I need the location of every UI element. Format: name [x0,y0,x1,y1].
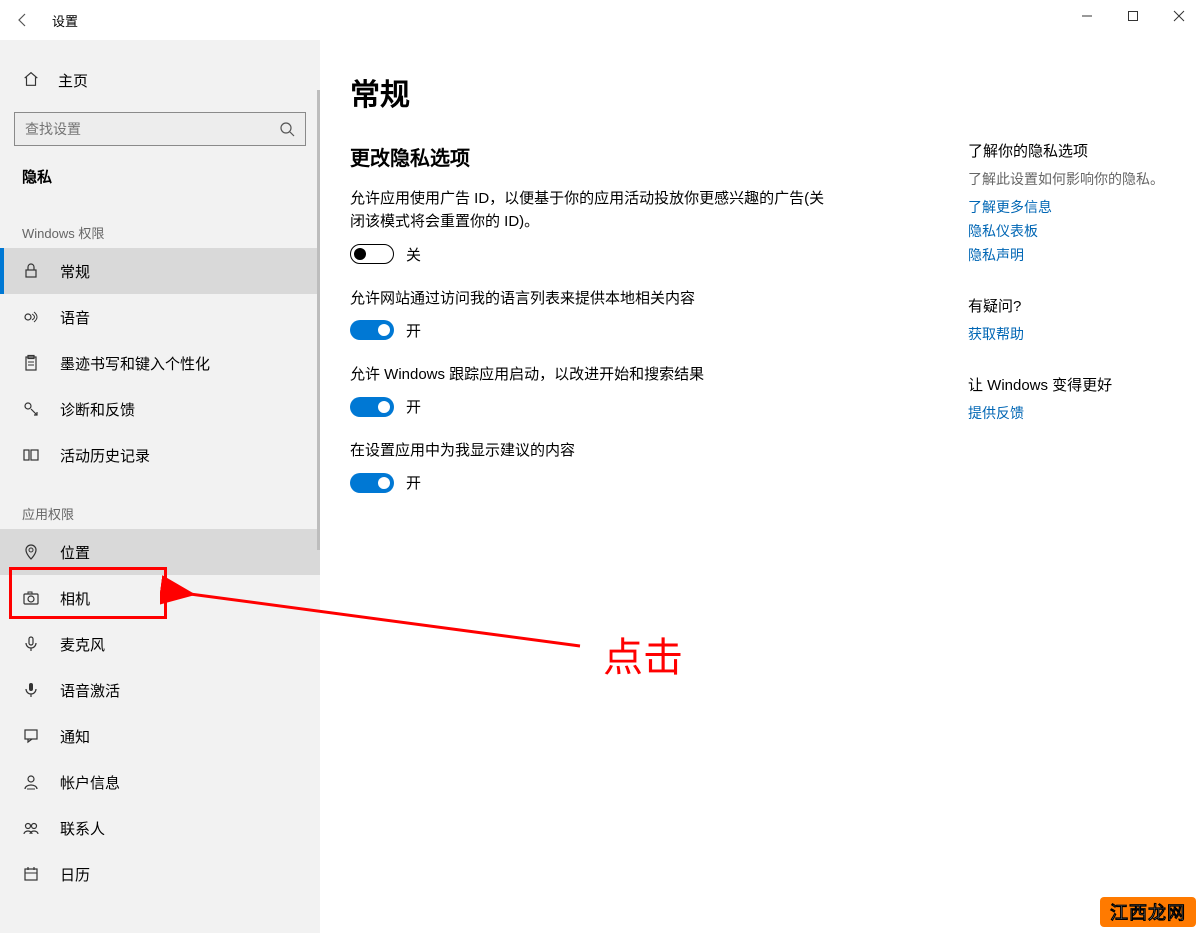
nav-label: 活动历史记录 [60,445,150,466]
toggle-suggested-content[interactable] [350,473,394,493]
nav-label: 相机 [60,588,90,609]
nav-location[interactable]: 位置 [0,529,320,575]
setting-suggested-content: 在设置应用中为我显示建议的内容 开 [350,439,830,493]
sidebar: 主页 隐私 Windows 权限 常规 [0,40,320,933]
rail-subtext: 了解此设置如何影响你的隐私。 [968,169,1178,189]
nav-label: 诊断和反馈 [60,399,135,420]
feedback-icon [22,399,42,419]
lock-icon [22,261,42,281]
nav-label: 通知 [60,726,90,747]
nav-label: 语音激活 [60,680,120,701]
setting-desc: 在设置应用中为我显示建议的内容 [350,439,830,462]
nav-general[interactable]: 常规 [0,248,320,294]
group-windows-permissions: Windows 权限 [0,197,320,248]
speech-icon [22,307,42,327]
right-rail: 了解你的隐私选项 了解此设置如何影响你的隐私。 了解更多信息 隐私仪表板 隐私声… [968,140,1178,427]
nav-activity-history[interactable]: 活动历史记录 [0,432,320,478]
window-title: 设置 [46,11,78,30]
toggle-state: 开 [406,320,421,341]
link-privacy-dashboard[interactable]: 隐私仪表板 [968,221,1178,241]
nav-label: 语音 [60,307,90,328]
search-icon [279,121,295,137]
back-button[interactable] [0,0,46,40]
window-controls [1064,0,1202,32]
nav-label: 日历 [60,864,90,885]
calendar-icon [22,864,42,884]
link-privacy-statement[interactable]: 隐私声明 [968,245,1178,265]
home-label: 主页 [58,70,88,91]
setting-desc: 允许 Windows 跟踪应用启动，以改进开始和搜索结果 [350,363,830,386]
link-feedback[interactable]: 提供反馈 [968,403,1178,423]
nav-speech[interactable]: 语音 [0,294,320,340]
nav-label: 麦克风 [60,634,105,655]
link-learn-more[interactable]: 了解更多信息 [968,197,1178,217]
nav-microphone[interactable]: 麦克风 [0,621,320,667]
home-nav[interactable]: 主页 [0,58,320,102]
nav-camera[interactable]: 相机 [0,575,320,621]
rail-heading-privacy: 了解你的隐私选项 [968,140,1178,161]
group-app-permissions: 应用权限 [0,478,320,529]
toggle-app-launch-tracking[interactable] [350,397,394,417]
contacts-icon [22,818,42,838]
notification-icon [22,726,42,746]
nav-calendar[interactable]: 日历 [0,851,320,897]
nav-label: 帐户信息 [60,772,120,793]
main-content: 常规 更改隐私选项 允许应用使用广告 ID，以便基于你的应用活动投放你更感兴趣的… [320,40,1202,933]
nav-contacts[interactable]: 联系人 [0,805,320,851]
nav-diagnostics[interactable]: 诊断和反馈 [0,386,320,432]
minimize-icon [1081,10,1093,22]
nav-inking[interactable]: 墨迹书写和键入个性化 [0,340,320,386]
setting-desc: 允许网站通过访问我的语言列表来提供本地相关内容 [350,287,830,310]
toggle-state: 关 [406,244,421,265]
minimize-button[interactable] [1064,0,1110,32]
rail-heading-help: 有疑问? [968,295,1178,316]
nav-notifications[interactable]: 通知 [0,713,320,759]
search-box[interactable] [14,112,306,146]
toggle-state: 开 [406,472,421,493]
toggle-state: 开 [406,396,421,417]
maximize-icon [1127,10,1139,22]
nav-account-info[interactable]: 帐户信息 [0,759,320,805]
rail-heading-feedback: 让 Windows 变得更好 [968,374,1178,395]
microphone-icon [22,634,42,654]
section-heading: 隐私 [0,152,320,197]
nav-label: 位置 [60,542,90,563]
nav-label: 常规 [60,261,90,282]
link-get-help[interactable]: 获取帮助 [968,324,1178,344]
nav-label: 联系人 [60,818,105,839]
close-button[interactable] [1156,0,1202,32]
titlebar: 设置 [0,0,1202,40]
home-icon [22,70,42,90]
search-input[interactable] [25,121,279,137]
toggle-advertising-id[interactable] [350,244,394,264]
nav-label: 墨迹书写和键入个性化 [60,353,210,374]
maximize-button[interactable] [1110,0,1156,32]
nav-voice-activation[interactable]: 语音激活 [0,667,320,713]
watermark: 江西龙网 [1100,897,1196,927]
setting-language-list: 允许网站通过访问我的语言列表来提供本地相关内容 开 [350,287,830,341]
setting-desc: 允许应用使用广告 ID，以便基于你的应用活动投放你更感兴趣的广告(关闭该模式将会… [350,187,830,234]
history-icon [22,445,42,465]
setting-advertising-id: 允许应用使用广告 ID，以便基于你的应用活动投放你更感兴趣的广告(关闭该模式将会… [350,187,830,265]
camera-icon [22,588,42,608]
arrow-left-icon [15,12,31,28]
location-icon [22,542,42,562]
toggle-language-list[interactable] [350,320,394,340]
voice-activation-icon [22,680,42,700]
close-icon [1173,10,1185,22]
clipboard-icon [22,353,42,373]
setting-app-launch-tracking: 允许 Windows 跟踪应用启动，以改进开始和搜索结果 开 [350,363,830,417]
account-icon [22,772,42,792]
page-title: 常规 [350,70,1160,114]
